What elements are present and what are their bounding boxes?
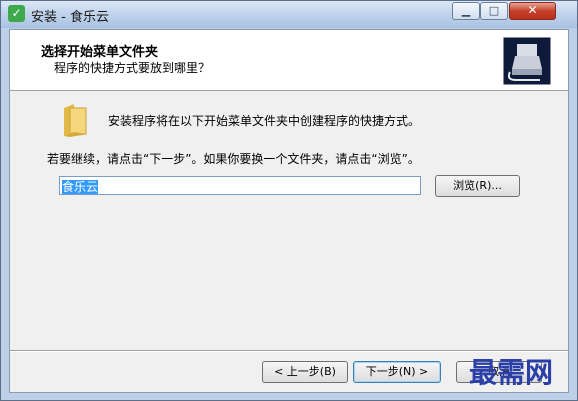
wizard-header: 选择开始菜单文件夹 程序的快捷方式要放到哪里？ (10, 30, 568, 91)
app-icon: ✓ (8, 5, 25, 22)
wizard-panel: 选择开始菜单文件夹 程序的快捷方式要放到哪里？ 安装程序将在以下开始菜单文件夹中… (9, 29, 569, 393)
folder-icon (64, 104, 87, 137)
watermark-logo: 最需网 (469, 356, 554, 389)
description-text: 安装程序将在以下开始菜单文件夹中创建程序的快捷方式。 (108, 114, 421, 128)
minimize-button[interactable]: ▁ (452, 2, 480, 20)
setup-wizard-icon (502, 36, 552, 86)
start-menu-folder-input[interactable]: 食乐云 (59, 176, 421, 195)
title-bar[interactable]: ✓ 安装 - 食乐云 ▁ □ ✕ (1, 1, 577, 28)
close-button[interactable]: ✕ (509, 2, 556, 20)
page-title: 选择开始菜单文件夹 (41, 45, 159, 60)
browse-button[interactable]: 浏览(R)... (435, 175, 520, 197)
instruction-text: 若要继续，请点击“下一步”。如果你要换一个文件夹，请点击“浏览”。 (47, 152, 420, 166)
window-title: 安装 - 食乐云 (31, 10, 109, 25)
back-button[interactable]: < 上一步(B) (262, 361, 348, 383)
folder-input-value: 食乐云 (62, 180, 99, 194)
page-subtitle: 程序的快捷方式要放到哪里？ (54, 61, 211, 75)
maximize-button[interactable]: □ (480, 2, 508, 20)
installer-window: ✓ 安装 - 食乐云 ▁ □ ✕ 选择开始菜单文件夹 程序的快捷方式要放到哪里？… (0, 0, 578, 401)
next-button[interactable]: 下一步(N) > (353, 361, 441, 383)
